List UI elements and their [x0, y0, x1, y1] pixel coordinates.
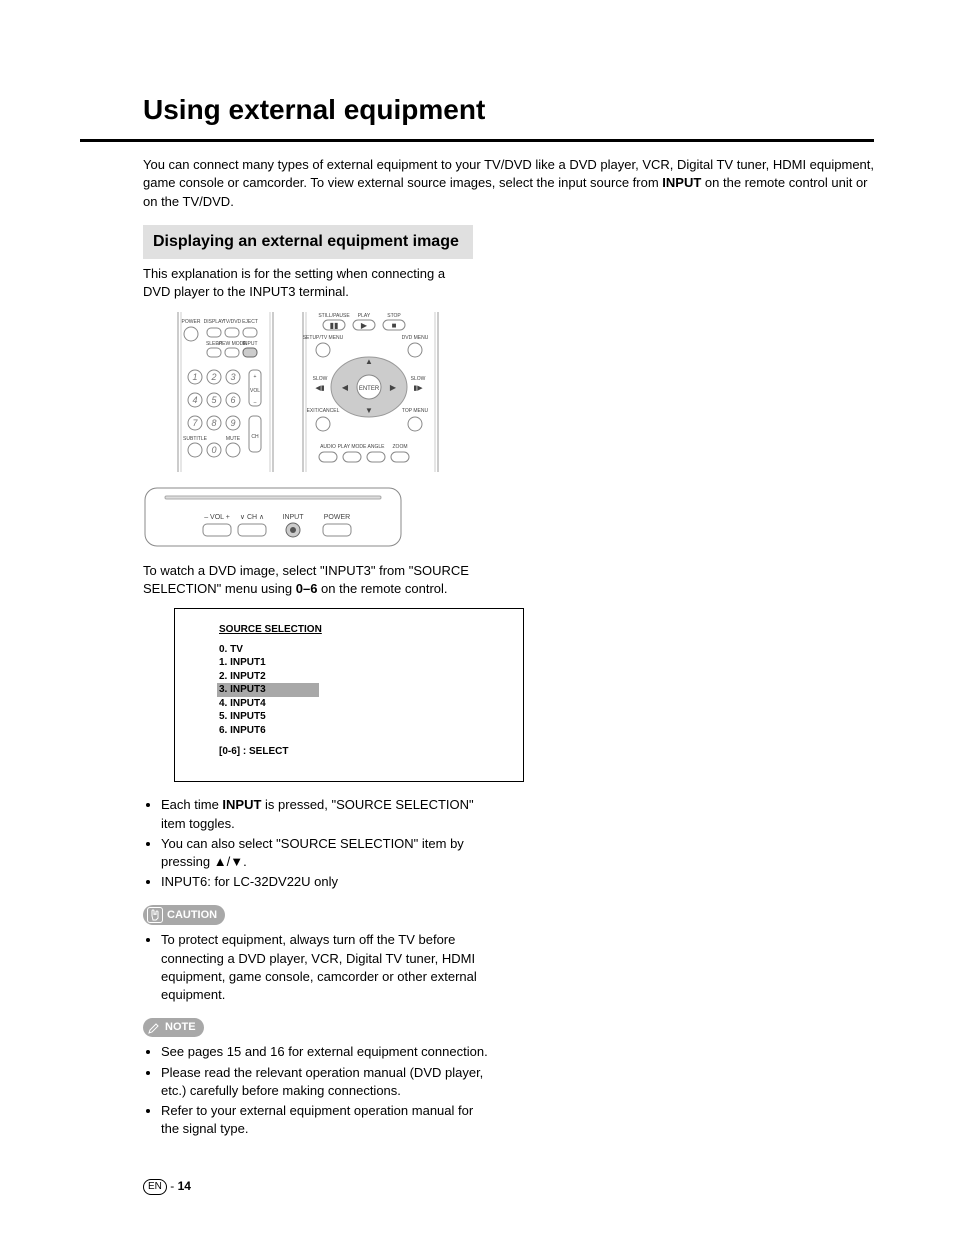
svg-text:▼: ▼	[365, 406, 373, 415]
hand-icon	[147, 907, 163, 923]
svg-text:▲: ▲	[365, 357, 373, 366]
page-title: Using external equipment	[143, 90, 874, 135]
remote-diagram: POWER DISPLAY TV/DVD EJECT SLEEP VIEW MO…	[143, 312, 874, 472]
svg-text:∨ CH ∧: ∨ CH ∧	[240, 514, 264, 521]
svg-text:–: –	[254, 400, 257, 406]
osd-item: 1. INPUT1	[219, 656, 479, 670]
svg-text:4: 4	[192, 395, 197, 405]
osd-item: 4. INPUT4	[219, 697, 479, 711]
front-panel-diagram: – VOL + ∨ CH ∧ INPUT POWER	[143, 486, 874, 548]
svg-text:STOP: STOP	[387, 313, 401, 319]
note-label: NOTE	[165, 1020, 196, 1035]
bullet-item: Refer to your external equipment operati…	[161, 1102, 491, 1138]
svg-text:1: 1	[192, 372, 197, 382]
svg-text:POWER: POWER	[324, 514, 350, 521]
note-bullets: See pages 15 and 16 for external equipme…	[143, 1043, 491, 1138]
svg-text:SLOW: SLOW	[411, 376, 426, 382]
svg-text:MUTE: MUTE	[226, 436, 241, 442]
osd-select-hint: [0-6] : SELECT	[219, 745, 479, 759]
bullet-item: You can also select "SOURCE SELECTION" i…	[161, 835, 491, 871]
bullet-item: Each time INPUT is pressed, "SOURCE SELE…	[161, 796, 491, 832]
osd-source-selection: SOURCE SELECTION 0. TV1. INPUT12. INPUT2…	[174, 608, 524, 783]
svg-text:VOL: VOL	[250, 388, 260, 394]
svg-text:TOP MENU: TOP MENU	[402, 408, 429, 414]
bold-input: INPUT	[662, 175, 701, 190]
svg-text:▮▮: ▮▮	[330, 321, 339, 330]
svg-text:PLAY: PLAY	[358, 313, 371, 319]
caution-label: CAUTION	[167, 908, 217, 923]
svg-text:◀: ◀	[342, 383, 349, 392]
svg-text:6: 6	[230, 395, 235, 405]
svg-text:9: 9	[230, 418, 235, 428]
bullet-item: See pages 15 and 16 for external equipme…	[161, 1043, 491, 1061]
osd-title: SOURCE SELECTION	[219, 623, 479, 637]
watch-paragraph: To watch a DVD image, select "INPUT3" fr…	[143, 562, 473, 598]
svg-text:ANGLE: ANGLE	[368, 444, 386, 450]
svg-text:▮▶: ▮▶	[413, 385, 423, 392]
svg-text:SETUP/TV MENU: SETUP/TV MENU	[303, 335, 344, 341]
svg-text:▶: ▶	[390, 383, 397, 392]
svg-text:DISPLAY: DISPLAY	[204, 319, 225, 325]
osd-item: 5. INPUT5	[219, 710, 479, 724]
osd-item: 0. TV	[219, 643, 479, 657]
section-heading: Displaying an external equipment image	[143, 225, 473, 259]
svg-text:SUBTITLE: SUBTITLE	[183, 436, 208, 442]
lang-badge: EN	[143, 1179, 167, 1195]
svg-text:7: 7	[192, 418, 198, 428]
bullet-item: INPUT6: for LC-32DV22U only	[161, 873, 491, 891]
svg-text:3: 3	[230, 372, 235, 382]
svg-text:INPUT: INPUT	[243, 341, 258, 347]
svg-text:EJECT: EJECT	[242, 319, 258, 325]
svg-text:■: ■	[392, 321, 397, 330]
title-rule	[80, 139, 874, 142]
svg-text:INPUT: INPUT	[283, 514, 305, 521]
svg-text:+: +	[254, 374, 257, 380]
osd-item: 3. INPUT3	[217, 683, 319, 697]
svg-text:ENTER: ENTER	[359, 386, 380, 392]
bullet-item: Please read the relevant operation manua…	[161, 1064, 491, 1100]
svg-text:– VOL +: – VOL +	[204, 514, 230, 521]
svg-text:0: 0	[211, 445, 216, 455]
svg-text:EXIT/CANCEL: EXIT/CANCEL	[307, 408, 340, 414]
explanation-paragraph: This explanation is for the setting when…	[143, 265, 473, 301]
svg-text:SLOW: SLOW	[313, 376, 328, 382]
svg-text:PLAY MODE: PLAY MODE	[338, 444, 367, 450]
osd-item: 2. INPUT2	[219, 670, 479, 684]
svg-text:5: 5	[211, 395, 217, 405]
svg-text:◀▮: ◀▮	[315, 385, 324, 392]
page-footer: EN - 14	[143, 1178, 874, 1195]
svg-text:DVD MENU: DVD MENU	[402, 335, 429, 341]
svg-text:AUDIO: AUDIO	[320, 444, 336, 450]
svg-text:STILL/PAUSE: STILL/PAUSE	[318, 313, 350, 319]
bullet-item: To protect equipment, always turn off th…	[161, 931, 491, 1004]
osd-item: 6. INPUT6	[219, 724, 479, 738]
svg-text:▶: ▶	[361, 321, 368, 330]
note-pill: NOTE	[143, 1018, 204, 1037]
caution-pill: CAUTION	[143, 905, 225, 925]
main-bullets: Each time INPUT is pressed, "SOURCE SELE…	[143, 796, 491, 891]
caution-bullets: To protect equipment, always turn off th…	[143, 931, 491, 1004]
intro-paragraph: You can connect many types of external e…	[143, 156, 874, 211]
svg-text:2: 2	[210, 372, 216, 382]
svg-text:CH: CH	[251, 434, 259, 440]
svg-text:ZOOM: ZOOM	[393, 444, 408, 450]
osd-list: 0. TV1. INPUT12. INPUT23. INPUT34. INPUT…	[219, 643, 479, 738]
pencil-icon	[147, 1021, 161, 1035]
svg-text:POWER: POWER	[182, 319, 201, 325]
svg-text:TV/DVD: TV/DVD	[223, 319, 242, 325]
svg-text:8: 8	[211, 418, 216, 428]
